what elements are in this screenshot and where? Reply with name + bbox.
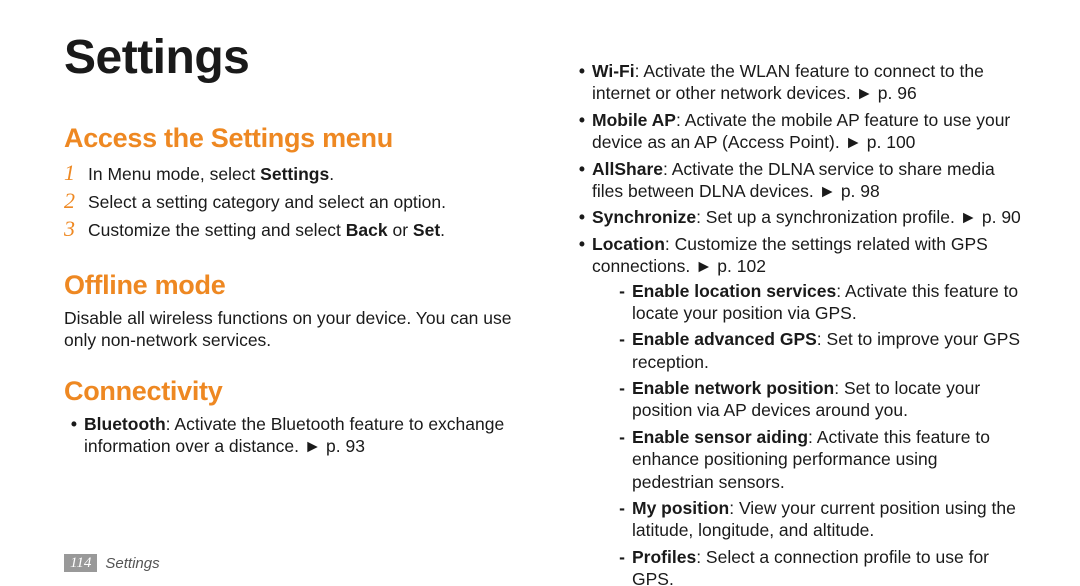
sub-item: -My position: View your current position…: [612, 497, 1024, 542]
step-number: 2: [64, 188, 88, 214]
bullet-icon: •: [572, 233, 592, 586]
sub-item: -Enable network position: Set to locate …: [612, 377, 1024, 422]
bullet-text: Location: Customize the settings related…: [592, 233, 1024, 586]
offline-body: Disable all wireless functions on your d…: [64, 307, 532, 352]
bullet-item: • Bluetooth: Activate the Bluetooth feat…: [64, 413, 532, 458]
bullet-icon: •: [572, 60, 592, 105]
bullet-text: Bluetooth: Activate the Bluetooth featur…: [84, 413, 532, 458]
dash-icon: -: [612, 328, 632, 373]
sub-item: -Enable location services: Activate this…: [612, 280, 1024, 325]
dash-icon: -: [612, 280, 632, 325]
dash-icon: -: [612, 426, 632, 493]
page-title: Settings: [64, 30, 532, 85]
bullet-item: • Wi-Fi: Activate the WLAN feature to co…: [572, 60, 1024, 105]
connectivity-list-left: • Bluetooth: Activate the Bluetooth feat…: [64, 413, 532, 462]
bullet-text: Mobile AP: Activate the mobile AP featur…: [592, 109, 1024, 154]
step-item: 3 Customize the setting and select Back …: [64, 216, 532, 242]
bullet-item: • Location: Customize the settings relat…: [572, 233, 1024, 586]
left-column: Settings Access the Settings menu 1 In M…: [64, 30, 532, 586]
sub-item: -Enable advanced GPS: Set to improve you…: [612, 328, 1024, 373]
bullet-icon: •: [572, 109, 592, 154]
connectivity-list-right: • Wi-Fi: Activate the WLAN feature to co…: [572, 60, 1024, 586]
step-number: 3: [64, 216, 88, 242]
location-sublist: -Enable location services: Activate this…: [592, 280, 1024, 586]
step-item: 2 Select a setting category and select a…: [64, 188, 532, 214]
bullet-icon: •: [572, 158, 592, 203]
sub-item: -Enable sensor aiding: Activate this fea…: [612, 426, 1024, 493]
dash-icon: -: [612, 546, 632, 586]
bullet-icon: •: [572, 206, 592, 228]
bullet-text: Wi-Fi: Activate the WLAN feature to conn…: [592, 60, 1024, 105]
step-text: Select a setting category and select an …: [88, 191, 446, 214]
section-offline-heading: Offline mode: [64, 270, 532, 301]
step-number: 1: [64, 160, 88, 186]
section-access-heading: Access the Settings menu: [64, 123, 532, 154]
dash-icon: -: [612, 377, 632, 422]
right-column: • Wi-Fi: Activate the WLAN feature to co…: [572, 30, 1024, 586]
page-footer: 114 Settings: [64, 554, 160, 572]
bullet-text: AllShare: Activate the DLNA service to s…: [592, 158, 1024, 203]
footer-crumb: Settings: [105, 555, 159, 572]
manual-page: Settings Access the Settings menu 1 In M…: [0, 0, 1080, 586]
sub-item: -Profiles: Select a connection profile t…: [612, 546, 1024, 586]
access-steps-list: 1 In Menu mode, select Settings. 2 Selec…: [64, 160, 532, 244]
bullet-item: • Synchronize: Set up a synchronization …: [572, 206, 1024, 228]
section-connectivity-heading: Connectivity: [64, 376, 532, 407]
bullet-item: • AllShare: Activate the DLNA service to…: [572, 158, 1024, 203]
page-number: 114: [64, 554, 97, 572]
bullet-icon: •: [64, 413, 84, 458]
dash-icon: -: [612, 497, 632, 542]
bullet-text: Synchronize: Set up a synchronization pr…: [592, 206, 1024, 228]
step-item: 1 In Menu mode, select Settings.: [64, 160, 532, 186]
step-text: Customize the setting and select Back or…: [88, 219, 445, 242]
step-text: In Menu mode, select Settings.: [88, 163, 334, 186]
bullet-item: • Mobile AP: Activate the mobile AP feat…: [572, 109, 1024, 154]
